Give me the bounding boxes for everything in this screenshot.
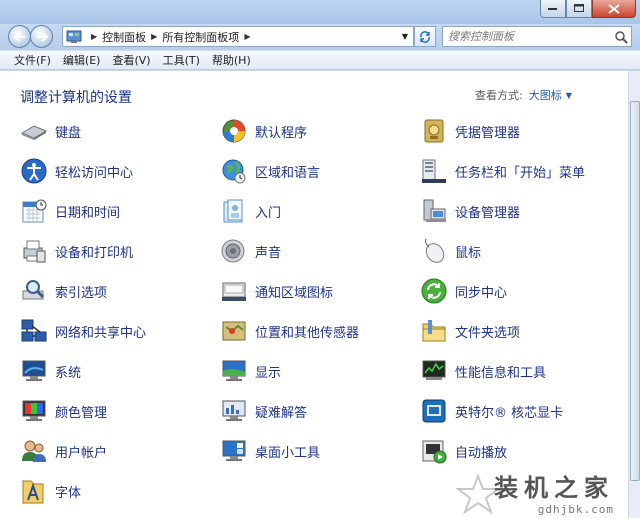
cp-item-location-sensors[interactable]: 位置和其他传感器 bbox=[220, 315, 359, 347]
default-programs-icon bbox=[222, 119, 246, 143]
breadcrumb-control-panel[interactable]: 控制面板 bbox=[102, 29, 146, 45]
devices-printers-icon bbox=[23, 240, 46, 263]
taskbar-start-menu-icon bbox=[422, 159, 446, 183]
cp-item-color-management[interactable]: 颜色管理 bbox=[20, 395, 107, 427]
watermark-title: 装机之家 bbox=[494, 473, 614, 502]
cp-item-mouse[interactable]: 鼠标 bbox=[420, 235, 481, 267]
system-icon bbox=[22, 360, 46, 381]
cp-item-sound[interactable]: 声音 bbox=[220, 235, 281, 267]
back-button[interactable] bbox=[8, 25, 31, 48]
notification-area-icon bbox=[222, 282, 246, 301]
cp-item-intel-graphics[interactable]: 英特尔® 核芯显卡 bbox=[420, 395, 563, 427]
cp-item-autoplay[interactable]: 自动播放 bbox=[420, 435, 507, 467]
control-panel-icon bbox=[66, 30, 82, 43]
indexing-options-icon bbox=[22, 280, 45, 300]
view-mode: 查看方式: 大图标 ▼ bbox=[475, 87, 572, 103]
date-time-icon bbox=[22, 199, 47, 223]
search-box[interactable] bbox=[442, 26, 632, 47]
address-row: ▶ 控制面板 ▶ 所有控制面板项 ▶ ▼ bbox=[0, 24, 640, 50]
breadcrumb-separator[interactable]: ▶ bbox=[91, 32, 97, 41]
cp-item-folder-options[interactable]: 文件夹选项 bbox=[420, 315, 520, 347]
chevron-down-icon[interactable]: ▼ bbox=[566, 91, 572, 100]
getting-started-icon bbox=[223, 199, 243, 223]
cp-item-default-programs[interactable]: 默认程序 bbox=[220, 115, 307, 147]
cp-item-indexing-options[interactable]: 索引选项 bbox=[20, 275, 107, 307]
troubleshooting-icon bbox=[222, 400, 246, 421]
breadcrumb-separator[interactable]: ▶ bbox=[244, 32, 250, 41]
refresh-button[interactable] bbox=[414, 26, 436, 47]
search-icon[interactable] bbox=[614, 30, 628, 44]
maximize-button[interactable] bbox=[566, 0, 592, 18]
page-title: 调整计算机的设置 bbox=[20, 90, 132, 106]
vertical-scrollbar[interactable] bbox=[628, 71, 640, 518]
cp-item-user-accounts[interactable]: 用户帐户 bbox=[20, 435, 107, 467]
menu-tools[interactable]: 工具(T) bbox=[157, 52, 206, 68]
color-management-icon bbox=[22, 400, 46, 421]
cp-item-troubleshooting[interactable]: 疑难解答 bbox=[220, 395, 307, 427]
breadcrumb-all-items[interactable]: 所有控制面板项 bbox=[162, 29, 239, 45]
cp-item-ease-of-access[interactable]: 轻松访问中心 bbox=[20, 155, 133, 187]
refresh-icon bbox=[420, 30, 430, 43]
cp-item-taskbar-start-menu[interactable]: 任务栏和「开始」菜单 bbox=[420, 155, 585, 187]
cp-item-region-language[interactable]: 区域和语言 bbox=[220, 155, 320, 187]
mouse-icon bbox=[424, 238, 445, 263]
network-sharing-icon bbox=[21, 319, 47, 342]
address-bar[interactable]: ▶ 控制面板 ▶ 所有控制面板项 ▶ ▼ bbox=[62, 26, 414, 47]
cp-item-network-sharing[interactable]: 网络和共享中心 bbox=[20, 315, 146, 347]
minimize-icon bbox=[548, 7, 557, 10]
view-mode-label: 查看方式: bbox=[475, 89, 523, 102]
view-mode-dropdown[interactable]: 大图标 bbox=[529, 87, 562, 103]
title-bar bbox=[0, 0, 640, 24]
menu-file[interactable]: 文件(F) bbox=[8, 52, 57, 68]
cp-item-keyboard[interactable]: 键盘 bbox=[20, 115, 81, 147]
autoplay-icon bbox=[422, 440, 447, 464]
menu-help[interactable]: 帮助(H) bbox=[206, 52, 257, 68]
search-input[interactable] bbox=[448, 30, 612, 43]
region-language-icon bbox=[222, 159, 246, 184]
scrollbar-thumb[interactable] bbox=[630, 101, 640, 481]
cp-item-date-time[interactable]: 日期和时间 bbox=[20, 195, 120, 227]
location-sensors-icon bbox=[222, 321, 246, 341]
ease-of-access-icon bbox=[21, 158, 47, 184]
cp-item-display[interactable]: 显示 bbox=[220, 355, 281, 387]
cp-item-devices-printers[interactable]: 设备和打印机 bbox=[20, 235, 133, 267]
cp-item-getting-started[interactable]: 入门 bbox=[220, 195, 281, 227]
fonts-icon bbox=[22, 480, 44, 504]
menu-bar: 文件(F) 编辑(E) 查看(V) 工具(T) 帮助(H) bbox=[0, 50, 640, 70]
window-controls bbox=[540, 0, 636, 18]
watermark: 装机之家 gdhjbk.com bbox=[494, 468, 614, 516]
cp-item-credential-manager[interactable]: 凭据管理器 bbox=[420, 115, 520, 147]
intel-graphics-icon bbox=[422, 399, 446, 423]
cp-item-notification-area[interactable]: 通知区域图标 bbox=[220, 275, 333, 307]
maximize-icon bbox=[573, 4, 584, 12]
cp-item-desktop-gadgets[interactable]: 桌面小工具 bbox=[220, 435, 320, 467]
close-button[interactable] bbox=[592, 0, 636, 18]
minimize-button[interactable] bbox=[540, 0, 566, 18]
performance-icon bbox=[422, 360, 446, 380]
watermark-url: gdhjbk.com bbox=[537, 503, 614, 516]
cp-item-fonts[interactable]: 字体 bbox=[20, 475, 81, 507]
desktop-gadgets-icon bbox=[222, 440, 246, 461]
user-accounts-icon bbox=[22, 440, 46, 462]
address-dropdown-button[interactable]: ▼ bbox=[397, 27, 413, 46]
forward-button[interactable] bbox=[30, 25, 53, 48]
cp-item-device-manager[interactable]: 设备管理器 bbox=[420, 195, 520, 227]
back-arrow-icon bbox=[13, 31, 25, 42]
cp-item-performance[interactable]: 性能信息和工具 bbox=[420, 355, 546, 387]
credential-manager-icon bbox=[424, 119, 444, 143]
cp-item-system[interactable]: 系统 bbox=[20, 355, 81, 387]
menu-edit[interactable]: 编辑(E) bbox=[57, 52, 107, 68]
folder-options-icon bbox=[422, 320, 446, 342]
display-icon bbox=[222, 360, 246, 381]
menu-view[interactable]: 查看(V) bbox=[106, 52, 156, 68]
sync-center-icon bbox=[421, 278, 447, 304]
breadcrumb-separator[interactable]: ▶ bbox=[151, 32, 157, 41]
close-icon bbox=[608, 3, 620, 14]
device-manager-icon bbox=[423, 199, 446, 222]
forward-arrow-icon bbox=[36, 31, 48, 42]
cp-item-sync-center[interactable]: 同步中心 bbox=[420, 275, 507, 307]
keyboard-icon bbox=[20, 125, 48, 140]
sound-icon bbox=[221, 239, 245, 263]
content-area: 调整计算机的设置 查看方式: 大图标 ▼ 键盘 默认程序 凭据管理器 轻松访问中… bbox=[0, 71, 628, 518]
